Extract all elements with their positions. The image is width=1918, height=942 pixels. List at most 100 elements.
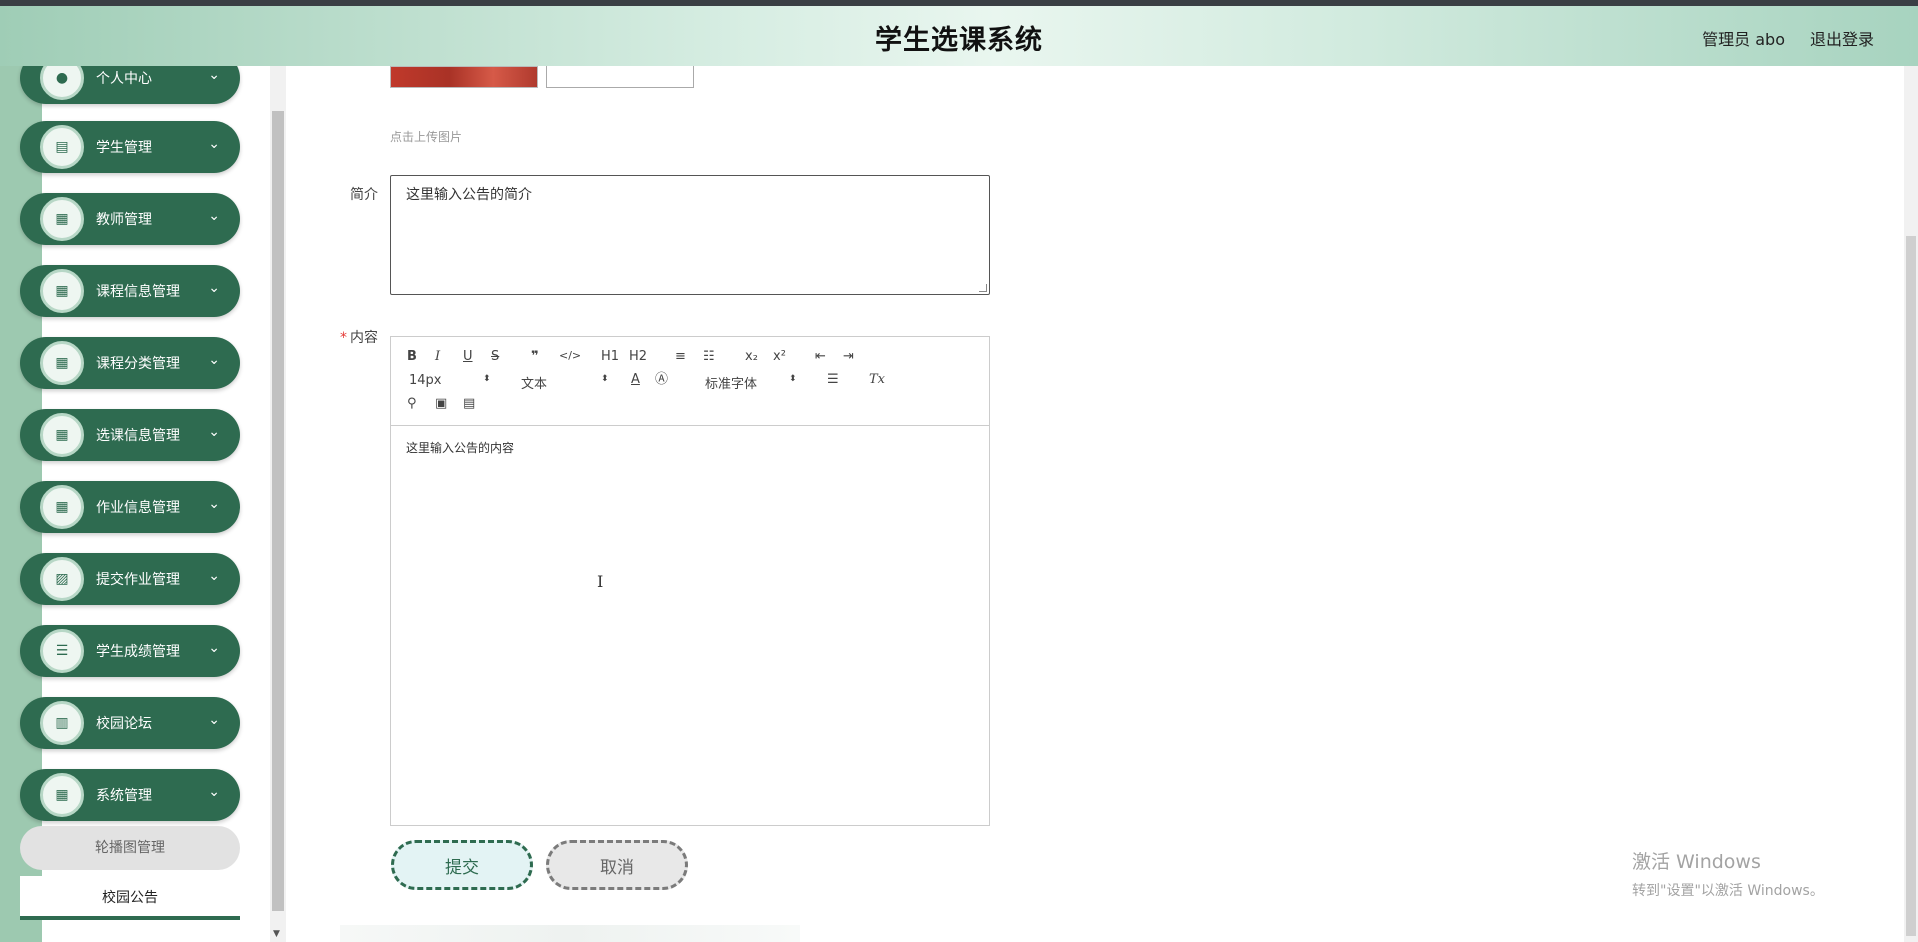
sidebar-item-label: 课程信息管理: [96, 284, 180, 300]
font-color-icon[interactable]: A: [631, 373, 640, 386]
font-family-select[interactable]: 标准字体 ⬍: [705, 373, 805, 392]
list-icon: ☰: [40, 629, 84, 673]
top-header: 学生选课系统 管理员 abo 退出登录: [0, 6, 1918, 66]
chevron-down-icon: ⌄: [208, 280, 220, 296]
editor-toolbar: B I U S ❞ </> H1 H2 ≡ ☷ x₂ x² ⇤ ⇥ 14px ⬍…: [391, 337, 989, 426]
resize-grip-icon[interactable]: [979, 284, 987, 292]
watermark-line1: 激活 Windows: [1632, 851, 1761, 873]
text-cursor-icon: I: [597, 572, 604, 591]
sidebar-item-label: 个人中心: [96, 71, 152, 87]
block-type-select[interactable]: 文本 ⬍: [521, 373, 611, 392]
chevron-down-icon: ⌄: [208, 424, 220, 440]
scroll-down-arrow-icon[interactable]: ▼: [273, 929, 280, 939]
chart-icon: ▨: [40, 557, 84, 601]
sidebar-item-label: 学生管理: [96, 140, 152, 156]
scrollbar-thumb[interactable]: [272, 111, 284, 911]
sidebar-item-student[interactable]: ▤ 学生管理 ⌄: [20, 121, 240, 173]
sidebar-subitem-announcement[interactable]: 校园公告: [20, 876, 240, 920]
select-arrow-icon: ⬍: [483, 374, 491, 384]
block-type-value: 文本: [521, 377, 548, 392]
bullet-list-icon[interactable]: ☷: [703, 350, 715, 363]
image-icon[interactable]: ▣: [435, 397, 447, 410]
code-block-icon[interactable]: </>: [559, 350, 581, 361]
heading2-icon[interactable]: H2: [629, 350, 647, 363]
strikethrough-icon[interactable]: S: [491, 350, 499, 363]
sidebar-item-grades[interactable]: ☰ 学生成绩管理 ⌄: [20, 625, 240, 677]
uploaded-image-thumbnail[interactable]: [390, 66, 538, 88]
chevron-down-icon: ⌄: [208, 712, 220, 728]
editor-content[interactable]: 这里输入公告的内容: [406, 439, 514, 456]
outdent-icon[interactable]: ⇤: [815, 350, 826, 363]
superscript-icon[interactable]: x²: [773, 350, 786, 363]
sidebar-item-teacher[interactable]: ▦ 教师管理 ⌄: [20, 193, 240, 245]
bar-chart-icon: ▥: [40, 701, 84, 745]
logout-link[interactable]: 退出登录: [1810, 26, 1874, 50]
font-size-select[interactable]: 14px ⬍: [409, 373, 499, 388]
sidebar-item-homework-info[interactable]: ▦ 作业信息管理 ⌄: [20, 481, 240, 533]
chevron-down-icon: ⌄: [208, 352, 220, 368]
blockquote-icon[interactable]: ❞: [531, 350, 539, 363]
sidebar-item-course-category[interactable]: ▦ 课程分类管理 ⌄: [20, 337, 240, 389]
upload-hint: 点击上传图片: [390, 130, 463, 144]
sidebar-item-label: 课程分类管理: [96, 356, 180, 372]
grid-icon: ▦: [40, 269, 84, 313]
chevron-down-icon: ⌄: [208, 208, 220, 224]
background-color-icon[interactable]: Ⓐ: [655, 373, 668, 386]
chevron-down-icon: ⌄: [208, 67, 220, 83]
video-icon[interactable]: ▤: [463, 397, 475, 410]
grid-icon: ▦: [40, 413, 84, 457]
grid-icon: ▦: [40, 773, 84, 817]
link-icon[interactable]: ⚲: [407, 397, 417, 410]
sidebar-item-personal-center[interactable]: ● 个人中心 ⌄: [20, 66, 240, 104]
rich-text-editor: B I U S ❞ </> H1 H2 ≡ ☷ x₂ x² ⇤ ⇥ 14px ⬍…: [390, 336, 990, 826]
clipboard-icon: ▤: [40, 125, 84, 169]
sidebar-item-label: 教师管理: [96, 212, 152, 228]
sidebar-item-label: 作业信息管理: [96, 500, 180, 516]
chevron-down-icon: ⌄: [208, 496, 220, 512]
sidebar-subitem-carousel[interactable]: 轮播图管理: [20, 826, 240, 870]
watermark-line2: 转到"设置"以激活 Windows。: [1632, 883, 1824, 899]
font-family-value: 标准字体: [705, 377, 758, 392]
heading1-icon[interactable]: H1: [601, 350, 619, 363]
intro-value: 这里输入公告的简介: [406, 187, 532, 203]
chevron-down-icon: ⌄: [208, 136, 220, 152]
underline-icon[interactable]: U: [463, 350, 473, 363]
grid-icon: ▦: [40, 341, 84, 385]
italic-icon[interactable]: I: [435, 350, 440, 363]
indent-icon[interactable]: ⇥: [843, 350, 854, 363]
windows-activation-watermark: 激活 Windows 转到"设置"以激活 Windows。: [1632, 847, 1824, 900]
sidebar-item-course-info[interactable]: ▦ 课程信息管理 ⌄: [20, 265, 240, 317]
align-icon[interactable]: ☰: [827, 373, 839, 386]
upload-image-slot[interactable]: [546, 66, 694, 88]
sidebar-item-label: 校园论坛: [96, 716, 152, 732]
sidebar-item-course-selection[interactable]: ▦ 选课信息管理 ⌄: [20, 409, 240, 461]
sidebar: ● 个人中心 ⌄ ▤ 学生管理 ⌄ ▦ 教师管理 ⌄ ▦ 课程信息管理 ⌄ ▦ …: [0, 66, 270, 942]
clear-format-icon[interactable]: Tx: [869, 373, 885, 386]
person-icon: ●: [40, 66, 84, 100]
sidebar-item-label: 提交作业管理: [96, 572, 180, 588]
sidebar-scrollbar[interactable]: ▼: [270, 66, 286, 942]
cancel-button[interactable]: 取消: [546, 840, 688, 890]
content-label: * 内容: [340, 330, 378, 346]
chevron-down-icon: ⌄: [208, 784, 220, 800]
sidebar-item-label: 系统管理: [96, 788, 152, 804]
select-arrow-icon: ⬍: [601, 374, 609, 384]
background-decoration: [340, 925, 800, 942]
intro-textarea[interactable]: 这里输入公告的简介: [390, 175, 990, 295]
required-mark: *: [340, 330, 347, 346]
sidebar-item-label: 学生成绩管理: [96, 644, 180, 660]
app-title: 学生选课系统: [875, 25, 1043, 56]
sidebar-item-label: 选课信息管理: [96, 428, 180, 444]
subscript-icon[interactable]: x₂: [745, 350, 758, 363]
main-scrollbar-thumb[interactable]: [1906, 236, 1916, 936]
ordered-list-icon[interactable]: ≡: [675, 350, 686, 363]
sidebar-item-system[interactable]: ▦ 系统管理 ⌄: [20, 769, 240, 821]
sidebar-item-forum[interactable]: ▥ 校园论坛 ⌄: [20, 697, 240, 749]
select-arrow-icon: ⬍: [789, 374, 797, 384]
main-scrollbar[interactable]: [1904, 66, 1918, 942]
font-size-value: 14px: [409, 373, 442, 388]
submit-button[interactable]: 提交: [391, 840, 533, 890]
sidebar-item-homework-submission[interactable]: ▨ 提交作业管理 ⌄: [20, 553, 240, 605]
bold-icon[interactable]: B: [407, 350, 417, 363]
grid-icon: ▦: [40, 197, 84, 241]
